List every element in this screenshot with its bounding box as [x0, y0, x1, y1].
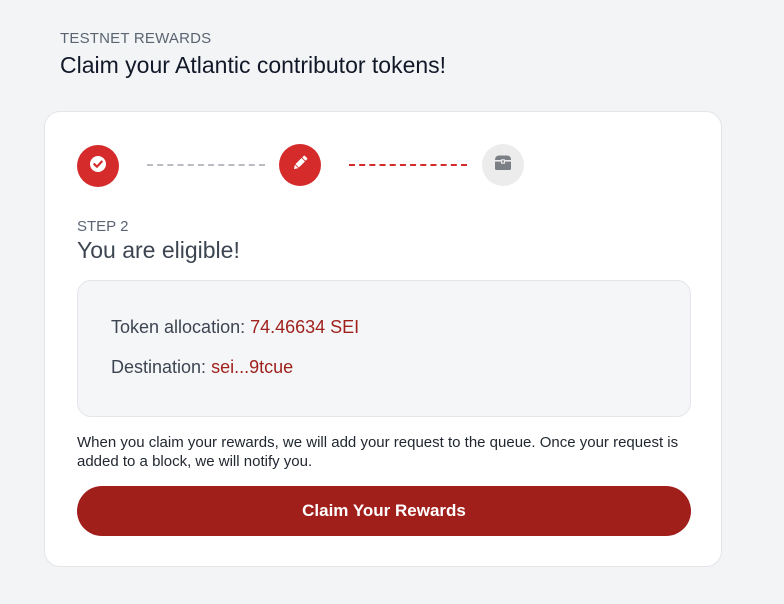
pencil-icon — [290, 153, 310, 178]
token-allocation-label: Token allocation: — [111, 317, 251, 337]
step-title: You are eligible! — [77, 237, 240, 263]
step-indicator-active — [279, 144, 321, 186]
claim-card: STEP 2 You are eligible! Token allocatio… — [44, 111, 722, 567]
step-connector-1 — [147, 164, 265, 166]
destination-row: Destination: sei...9tcue — [111, 357, 293, 378]
treasure-chest-icon — [492, 153, 514, 178]
token-allocation-row: Token allocation: 74.46634 SEI — [111, 317, 359, 338]
claim-rewards-button[interactable]: Claim Your Rewards — [77, 486, 691, 536]
claim-notice: When you claim your rewards, we will add… — [77, 434, 679, 470]
step-indicator-complete — [77, 145, 119, 187]
step-connector-2 — [349, 164, 467, 166]
page-title: Claim your Atlantic contributor tokens! — [60, 52, 447, 78]
step-indicator-pending — [482, 144, 524, 186]
eyebrow-label: TESTNET REWARDS — [60, 30, 212, 47]
allocation-box: Token allocation: 74.46634 SEI Destinati… — [77, 280, 691, 417]
token-allocation-value: 74.46634 SEI — [250, 317, 360, 337]
check-circle-icon — [89, 155, 107, 178]
destination-label: Destination: — [111, 357, 212, 377]
step-label: STEP 2 — [77, 218, 129, 235]
destination-value: sei...9tcue — [211, 357, 294, 377]
